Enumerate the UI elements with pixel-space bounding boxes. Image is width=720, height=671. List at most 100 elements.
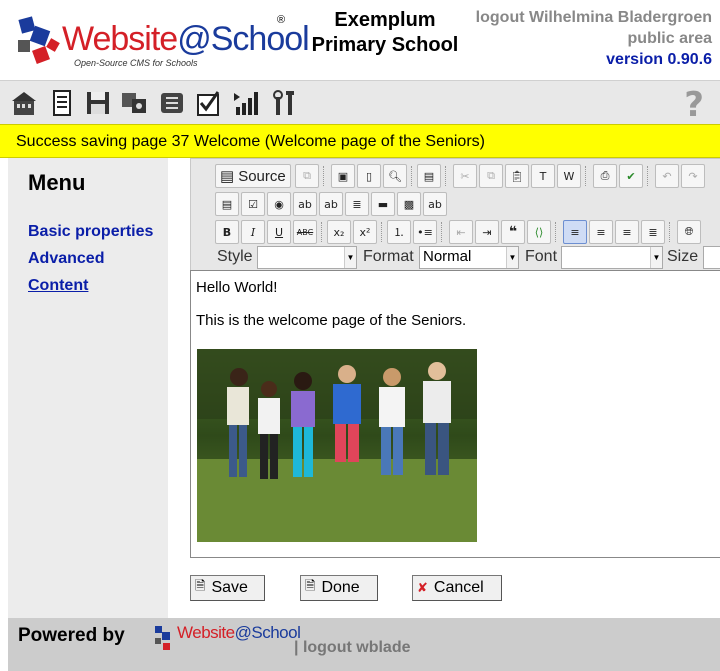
strikethrough-icon[interactable]: ABC [293,220,317,244]
help-icon[interactable]: ? [684,85,704,125]
rich-text-editor: ▤ Source ⧉ ▣ ▯ 🔍︎ ▤ ✂ ⧉ 📋︎ T W ⎙ ✔ ↶ ↷ ▤ … [190,158,720,558]
save-button[interactable]: 🗎 Save [190,575,265,601]
textarea-icon[interactable]: ab [319,192,343,216]
source-icon: ▤ [220,168,235,185]
button-field-icon[interactable]: ▬ [371,192,395,216]
link-icon[interactable]: 🌐︎ [677,220,701,244]
outdent-icon[interactable]: ⇤ [449,220,473,244]
registered-mark: ® [277,14,286,26]
puzzle-logo-icon [18,16,60,64]
page-icon: 🗎 [195,579,206,594]
school-name: Exemplum Primary School [300,8,470,58]
editor-content-area[interactable]: Hello World! This is the welcome page of… [190,270,720,558]
size-label: Size [667,248,699,265]
hidden-field-icon[interactable]: ab [423,192,447,216]
image-button-icon[interactable]: ▩ [397,192,421,216]
bulleted-list-icon[interactable]: •≡ [413,220,437,244]
preview-icon[interactable]: 🔍︎ [383,164,407,188]
source-button[interactable]: ▤ Source [215,164,291,188]
website-at-school-logo[interactable]: Website@School ® Open-Source CMS for Sch… [14,10,310,74]
floppy-icon[interactable] [84,89,112,117]
superscript-icon[interactable]: x² [353,220,377,244]
div-container-icon[interactable]: ⟨⟩ [527,220,551,244]
chevron-down-icon: ▼ [506,247,518,268]
textfield-icon[interactable]: ab [293,192,317,216]
toolbar-separator [647,166,649,186]
cancel-label: Cancel [433,579,484,596]
save-label: Save [211,579,248,596]
cut-icon[interactable]: ✂ [453,164,477,188]
paste-word-icon[interactable]: W [557,164,581,188]
align-right-icon[interactable]: ≡ [615,220,639,244]
blockquote-icon[interactable]: ❝ [501,220,525,244]
size-dropdown[interactable] [703,246,720,269]
statistics-icon[interactable] [232,89,260,117]
user-name: Wilhelmina Bladergroen [529,9,712,26]
copy-icon[interactable]: ⧉ [479,164,503,188]
align-center-icon[interactable]: ≡ [589,220,613,244]
format-dropdown[interactable]: Normal ▼ [419,246,519,269]
style-dropdown[interactable]: ▼ [257,246,357,269]
sidebar-menu: Menu Basic properties Advanced Content [8,158,168,618]
spellcheck-icon[interactable]: ✔ [619,164,643,188]
editor-toolbar: ▤ Source ⧉ ▣ ▯ 🔍︎ ▤ ✂ ⧉ 📋︎ T W ⎙ ✔ ↶ ↷ ▤ … [190,158,720,270]
footer-logout: | logout wblade [294,639,410,657]
checklist-icon[interactable] [194,89,222,117]
logout-link[interactable]: logout [476,9,525,26]
chevron-down-icon: ▼ [650,247,662,268]
subscript-icon[interactable]: x₂ [327,220,351,244]
font-label: Font [525,248,558,265]
paste-text-icon[interactable]: T [531,164,555,188]
bold-icon[interactable]: B [215,220,239,244]
checkbox-icon[interactable]: ☑ [241,192,265,216]
paste-icon[interactable]: 📋︎ [505,164,529,188]
tools-icon[interactable] [270,89,298,117]
separator: | [294,639,299,656]
users-icon[interactable] [158,89,186,117]
modules-icon[interactable] [120,89,148,117]
underline-icon[interactable]: U [267,220,291,244]
cancel-x-icon: ✘ [417,580,428,596]
version-label: version 0.90.6 [606,51,712,68]
cancel-button[interactable]: ✘ Cancel [412,575,502,601]
italic-icon[interactable]: I [241,220,265,244]
group-photo-image[interactable] [197,349,477,542]
logout-wblade-link[interactable]: logout wblade [303,639,411,656]
redo-icon[interactable]: ↷ [681,164,705,188]
paragraph-hello: Hello World! [196,279,278,296]
sidebar-item-content[interactable]: Content [28,277,88,295]
footer-logo-text: Website@School [177,623,301,642]
chevron-down-icon: ▼ [344,247,356,268]
print-icon[interactable]: ⎙ [593,164,617,188]
page-icon: 🗎 [305,579,316,594]
save-icon[interactable]: ▣ [331,164,355,188]
undo-icon[interactable]: ↶ [655,164,679,188]
header: Website@School ® Open-Source CMS for Sch… [0,0,720,80]
sidebar-item-advanced[interactable]: Advanced [28,250,104,268]
toolbar-separator [381,222,383,242]
style-label: Style [217,248,253,265]
page-icon[interactable] [48,89,76,117]
toolbar-separator [555,222,557,242]
user-line: logout Wilhelmina Bladergroen [476,7,712,28]
school-name-line2: Primary School [311,34,459,56]
radio-icon[interactable]: ◉ [267,192,291,216]
footer-logo[interactable]: Website@School [153,621,301,657]
numbered-list-icon[interactable]: ⒈ [387,220,411,244]
home-icon[interactable] [10,89,38,117]
user-info: logout Wilhelmina Bladergroen public are… [476,7,712,70]
sidebar-item-basic-properties[interactable]: Basic properties [28,223,153,241]
document-icon[interactable]: ▤ [417,164,441,188]
font-dropdown[interactable]: ▼ [561,246,663,269]
footer: Powered by Website@School | logout wblad… [8,618,720,671]
toolbar-separator [669,222,671,242]
select-field-icon[interactable]: ≣ [345,192,369,216]
new-page-icon[interactable]: ▯ [357,164,381,188]
done-button[interactable]: 🗎 Done [300,575,378,601]
indent-icon[interactable]: ⇥ [475,220,499,244]
align-left-icon[interactable]: ≡ [563,220,587,244]
templates-icon[interactable]: ⧉ [295,164,319,188]
form-icon[interactable]: ▤ [215,192,239,216]
public-area-link[interactable]: public area [628,30,712,47]
justify-icon[interactable]: ≣ [641,220,665,244]
